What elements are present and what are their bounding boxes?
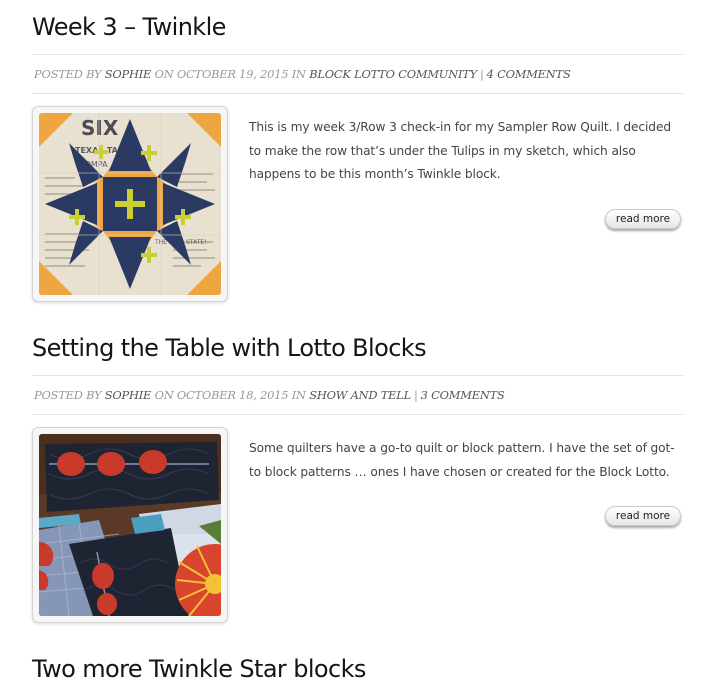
posted-by-label: Posted by	[34, 388, 102, 402]
post-excerpt: This is my week 3/Row 3 check-in for my …	[249, 120, 671, 181]
post-thumbnail[interactable]	[32, 427, 228, 623]
in-label: in	[291, 67, 306, 81]
in-label: in	[291, 388, 306, 402]
comments-link[interactable]: 3 Comments	[421, 388, 505, 402]
post-meta: Posted by Sophie on October 18, 2015 in …	[32, 375, 683, 415]
post-title[interactable]: Setting the Table with Lotto Blocks	[32, 333, 427, 363]
meta-separator: |	[414, 388, 418, 402]
post-date: October 19, 2015	[176, 67, 289, 81]
meta-separator: |	[479, 67, 484, 81]
post-thumbnail[interactable]: SIX TEXAS TAMA COMPA THE STAR STATE!	[32, 106, 228, 302]
print-text-six: SIX	[81, 116, 119, 140]
post-title[interactable]: Two more Twinkle Star blocks	[32, 654, 366, 684]
post-title[interactable]: Week 3 – Twinkle	[32, 12, 226, 42]
twinkle-quilt-block-image: SIX TEXAS TAMA COMPA THE STAR STATE!	[39, 113, 221, 295]
author-link[interactable]: Sophie	[105, 388, 152, 402]
posted-by-label: Posted by	[34, 67, 102, 81]
table-runner-quilt-image	[39, 434, 221, 616]
category-link[interactable]: Show and Tell	[309, 388, 411, 402]
post-excerpt: Some quilters have a go-to quilt or bloc…	[249, 441, 675, 479]
on-label: on	[154, 388, 174, 402]
author-link[interactable]: Sophie	[105, 67, 152, 81]
category-link[interactable]: Block Lotto Community	[309, 67, 477, 81]
post-date: October 18, 2015	[176, 388, 289, 402]
comments-link[interactable]: 4 Comments	[487, 67, 571, 81]
on-label: on	[154, 67, 174, 81]
post-meta: Posted by Sophie on October 19, 2015 in …	[32, 54, 683, 94]
read-more-button[interactable]: read more	[605, 209, 681, 229]
read-more-button[interactable]: read more	[605, 506, 681, 526]
